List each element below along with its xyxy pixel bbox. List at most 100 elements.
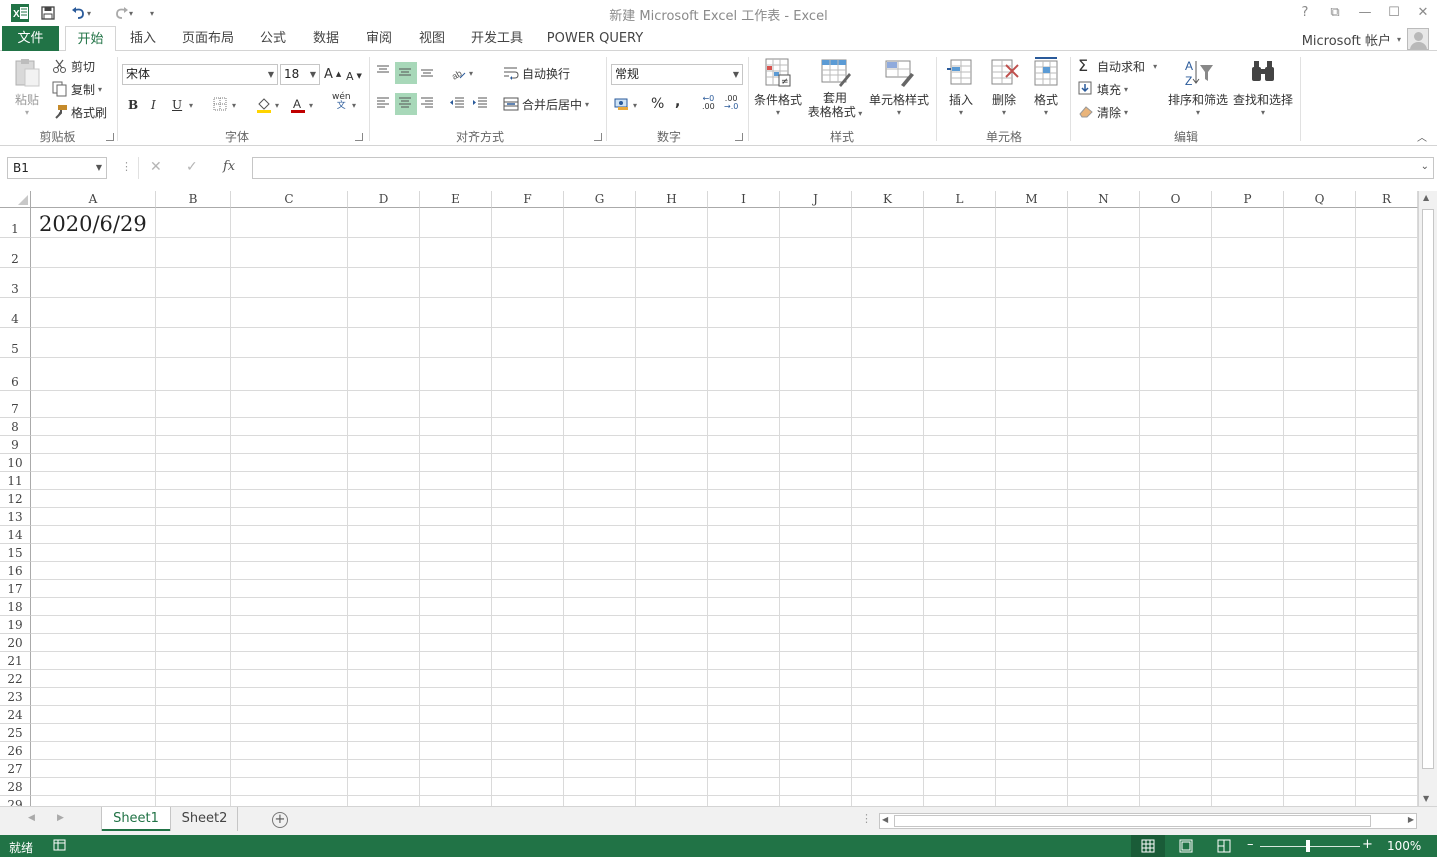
- align-right-button[interactable]: [418, 94, 438, 114]
- tab-split-grip-icon[interactable]: ⋮: [861, 812, 872, 825]
- decrease-font-button[interactable]: A ▼: [346, 66, 362, 86]
- enter-icon[interactable]: ✓: [186, 159, 198, 175]
- borders-button[interactable]: ▾: [213, 95, 236, 115]
- horizontal-scroll-thumb[interactable]: [894, 815, 1371, 827]
- row-header-26[interactable]: 26: [0, 742, 31, 760]
- cell-styles-button[interactable]: 单元格样式 ▾: [868, 57, 930, 117]
- find-select-button[interactable]: 查找和选择 ▾: [1232, 57, 1294, 117]
- collapse-ribbon-icon[interactable]: ︿: [1417, 129, 1427, 144]
- underline-dropdown[interactable]: ▾: [189, 95, 193, 115]
- copy-button[interactable]: 复制 ▾: [52, 79, 102, 99]
- font-name-combo[interactable]: 宋体 ▼: [122, 64, 278, 85]
- row-header-27[interactable]: 27: [0, 760, 31, 778]
- font-launcher-icon[interactable]: [355, 133, 363, 141]
- autosum-button[interactable]: Σ 自动求和 ▾: [1078, 56, 1157, 76]
- font-color-button[interactable]: A ▾: [290, 95, 313, 115]
- column-header-c[interactable]: C: [231, 191, 348, 208]
- align-left-button[interactable]: [374, 94, 394, 114]
- column-header-b[interactable]: B: [156, 191, 231, 208]
- column-header-g[interactable]: G: [564, 191, 636, 208]
- column-header-q[interactable]: Q: [1284, 191, 1356, 208]
- account-menu[interactable]: Microsoft 帐户 ▾: [1302, 28, 1429, 50]
- clipboard-launcher-icon[interactable]: [106, 133, 114, 141]
- row-header-5[interactable]: 5: [0, 328, 31, 358]
- fill-button[interactable]: 填充 ▾: [1078, 79, 1128, 99]
- row-header-13[interactable]: 13: [0, 508, 31, 526]
- alignment-launcher-icon[interactable]: [594, 133, 602, 141]
- tab-insert[interactable]: 插入: [124, 26, 162, 51]
- expand-formula-bar-icon[interactable]: ⌄: [1421, 161, 1429, 172]
- help-button[interactable]: ?: [1292, 2, 1318, 24]
- vertical-scrollbar[interactable]: ▲ ▼: [1418, 191, 1437, 806]
- accounting-format-button[interactable]: ▾: [614, 95, 637, 115]
- fill-color-button[interactable]: ▾: [256, 95, 279, 115]
- zoom-out-button[interactable]: –: [1247, 837, 1254, 852]
- row-header-14[interactable]: 14: [0, 526, 31, 544]
- column-header-d[interactable]: D: [348, 191, 420, 208]
- worksheet-grid[interactable]: ABCDEFGHIJKLMNOPQR 1 2 3 4 5 6 7 8 9 10 11 12 13 14 15…: [0, 191, 1418, 806]
- minimize-button[interactable]: —: [1352, 2, 1378, 24]
- number-format-combo[interactable]: 常规 ▼: [611, 64, 743, 85]
- phonetic-dropdown[interactable]: ▾: [352, 95, 356, 115]
- column-header-o[interactable]: O: [1140, 191, 1212, 208]
- column-header-l[interactable]: L: [924, 191, 996, 208]
- prev-sheet-icon[interactable]: ◀: [28, 813, 35, 823]
- sort-filter-button[interactable]: AZ 排序和筛选 ▾: [1167, 57, 1229, 117]
- cancel-icon[interactable]: ✕: [150, 159, 162, 175]
- new-sheet-button[interactable]: +: [272, 812, 288, 828]
- row-header-22[interactable]: 22: [0, 670, 31, 688]
- page-break-view-button[interactable]: [1217, 839, 1231, 856]
- clear-button[interactable]: 清除 ▾: [1078, 102, 1128, 122]
- sheet-tab-sheet2[interactable]: Sheet2: [172, 807, 238, 831]
- ribbon-display-options-button[interactable]: ⧉: [1322, 2, 1348, 24]
- row-header-28[interactable]: 28: [0, 778, 31, 796]
- close-button[interactable]: ✕: [1410, 2, 1436, 24]
- cut-button[interactable]: 剪切: [52, 56, 95, 76]
- row-header-23[interactable]: 23: [0, 688, 31, 706]
- column-header-i[interactable]: I: [708, 191, 780, 208]
- tab-power-query[interactable]: POWER QUERY: [544, 26, 646, 51]
- row-header-8[interactable]: 8: [0, 418, 31, 436]
- macro-record-icon[interactable]: [53, 839, 67, 855]
- increase-font-button[interactable]: A ▲: [324, 64, 341, 84]
- align-bottom-button[interactable]: [418, 62, 438, 82]
- row-header-11[interactable]: 11: [0, 472, 31, 490]
- zoom-slider-thumb[interactable]: [1306, 840, 1310, 852]
- vertical-scroll-thumb[interactable]: [1422, 209, 1434, 769]
- row-header-10[interactable]: 10: [0, 454, 31, 472]
- row-header-19[interactable]: 19: [0, 616, 31, 634]
- conditional-formatting-button[interactable]: ≠ 条件格式 ▾: [752, 57, 804, 117]
- formula-input[interactable]: ⌄: [252, 157, 1434, 179]
- row-header-29[interactable]: 29: [0, 796, 31, 806]
- column-header-n[interactable]: N: [1068, 191, 1140, 208]
- select-all-corner[interactable]: [0, 191, 31, 208]
- page-layout-view-button[interactable]: [1179, 839, 1193, 856]
- zoom-in-button[interactable]: +: [1362, 837, 1373, 852]
- delete-cells-button[interactable]: 删除 ▾: [985, 57, 1023, 117]
- row-header-6[interactable]: 6: [0, 358, 31, 391]
- row-header-18[interactable]: 18: [0, 598, 31, 616]
- row-header-12[interactable]: 12: [0, 490, 31, 508]
- column-header-f[interactable]: F: [492, 191, 564, 208]
- wrap-text-button[interactable]: 自动换行: [503, 63, 570, 83]
- format-as-table-button[interactable]: 套用 表格格式 ▾: [806, 57, 864, 121]
- font-size-combo[interactable]: 18 ▼: [280, 64, 320, 85]
- maximize-button[interactable]: ☐: [1381, 2, 1407, 24]
- horizontal-scrollbar[interactable]: ◀ ▶: [879, 813, 1417, 829]
- orientation-button[interactable]: ab ▾: [450, 63, 473, 83]
- insert-function-button[interactable]: fx: [223, 159, 235, 174]
- align-center-button[interactable]: [395, 93, 417, 115]
- row-header-24[interactable]: 24: [0, 706, 31, 724]
- zoom-level[interactable]: 100%: [1387, 839, 1421, 853]
- tab-data[interactable]: 数据: [307, 26, 345, 51]
- percent-button[interactable]: %: [651, 94, 664, 114]
- row-header-16[interactable]: 16: [0, 562, 31, 580]
- align-top-button[interactable]: [374, 62, 394, 82]
- phonetic-button[interactable]: wén 文: [332, 93, 351, 113]
- decrease-decimal-button[interactable]: .00 →.0: [724, 95, 738, 115]
- merge-center-button[interactable]: 合并后居中 ▾: [503, 94, 589, 114]
- tab-home[interactable]: 开始: [65, 26, 116, 52]
- format-cells-button[interactable]: 格式 ▾: [1027, 57, 1065, 117]
- row-header-4[interactable]: 4: [0, 298, 31, 328]
- align-middle-button[interactable]: [395, 62, 417, 84]
